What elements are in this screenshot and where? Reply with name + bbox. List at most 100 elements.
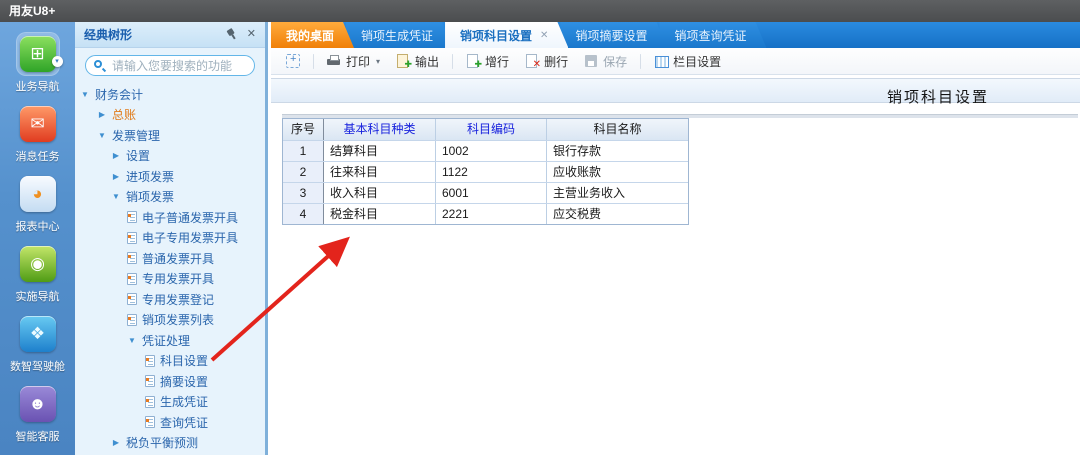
tree-item-label: 摘要设置 [160, 373, 208, 390]
sidebar-module-icon [20, 386, 56, 422]
应交税费[interactable]: 4 税金科目 2221 应交税费 [283, 203, 688, 224]
tree-expander-icon[interactable] [97, 131, 107, 140]
tree-item[interactable]: 进项发票 [75, 166, 265, 187]
sidebar-module-icon [20, 246, 56, 282]
应收账款[interactable]: 2 往来科目 1122 应收账款 [283, 161, 688, 182]
tree-item[interactable]: 销项发票列表 [75, 310, 265, 331]
主营业务收入[interactable]: 3 收入科目 6001 主营业务收入 [283, 182, 688, 203]
subject-settings-grid: 序号基本科目种类科目编码科目名称 1 结算科目 1002 银行存款 2 往来科目… [282, 118, 689, 225]
tab-label: 我的桌面 [286, 27, 334, 44]
pin-icon[interactable] [222, 26, 240, 44]
toolbar-button-icon [396, 54, 410, 68]
cell-subject-kind[interactable]: 结算科目 [323, 141, 435, 161]
sidebar-module-icon [20, 176, 56, 212]
toolbar-button-icon [525, 54, 539, 68]
save[interactable]: 保存 [576, 50, 635, 73]
tab-close-icon[interactable] [540, 30, 548, 41]
export[interactable]: 输出 [388, 50, 447, 73]
cell-subject-code[interactable]: 1122 [435, 162, 546, 182]
function-tree: 财务会计 总账 发票管理 设置 进项发票 [75, 84, 265, 455]
toolbar-button-label: 打印 [346, 53, 370, 70]
tree-item[interactable]: 电子专用发票开具 [75, 228, 265, 249]
cell-subject-kind[interactable]: 收入科目 [323, 183, 435, 203]
search-input[interactable] [85, 55, 255, 76]
tree-item[interactable]: 凭证处理 [75, 330, 265, 351]
toolbar-button-label: 栏目设置 [673, 53, 721, 70]
toolbar-button-label: 保存 [603, 53, 627, 70]
cell-subject-code[interactable]: 2221 [435, 204, 546, 224]
sidebar-item[interactable]: ▾ 消息任务 [16, 103, 60, 164]
tree-item[interactable]: 科目设置 [75, 351, 265, 372]
document-icon [127, 273, 137, 285]
tree-item[interactable]: 发票管理 [75, 125, 265, 146]
tree-item-label: 设置 [126, 147, 150, 164]
column-settings[interactable]: 栏目设置 [646, 50, 729, 73]
toolbar-button-icon [466, 54, 480, 68]
document-tab[interactable]: 销项科目设置 [445, 22, 568, 48]
cell-subject-kind[interactable]: 往来科目 [323, 162, 435, 182]
sidebar-item[interactable]: ▾ 业务导航 [16, 33, 60, 94]
document-tab[interactable]: 我的桌面 [271, 22, 354, 48]
sidebar-item[interactable]: ▾ 智能客服 [16, 383, 60, 444]
toolbar-button[interactable] [313, 54, 314, 69]
grid-column-header: 科目编码 [435, 119, 546, 140]
tree-expander-icon[interactable] [111, 192, 121, 201]
tree-item-label: 专用发票登记 [142, 291, 214, 308]
cell-subject-kind[interactable]: 税金科目 [323, 204, 435, 224]
cell-subject-name[interactable]: 银行存款 [546, 141, 688, 161]
tree-item[interactable]: 税负平衡预测 [75, 433, 265, 454]
add-tab[interactable] [278, 51, 308, 71]
sidebar-icon-wrap: ▾ [17, 103, 59, 145]
sidebar-item-label: 智能客服 [16, 428, 60, 444]
tree-item[interactable]: 财务会计 [75, 84, 265, 105]
document-tab[interactable]: 销项生成凭证 [346, 22, 453, 48]
add-row[interactable]: 增行 [458, 50, 517, 73]
tree-item[interactable]: 销项发票 [75, 187, 265, 208]
close-icon[interactable]: ✕ [247, 28, 256, 41]
cell-subject-name[interactable]: 主营业务收入 [546, 183, 688, 203]
tree-item-label: 凭证处理 [142, 332, 190, 349]
tree-expander-icon[interactable] [111, 151, 121, 160]
cell-subject-code[interactable]: 6001 [435, 183, 546, 203]
tree-item[interactable]: 查询凭证 [75, 412, 265, 433]
tree-item[interactable]: 生成凭证 [75, 392, 265, 413]
tree-item[interactable]: 摘要设置 [75, 371, 265, 392]
tree-item-label: 销项发票 [126, 188, 174, 205]
tree-expander-icon[interactable] [80, 90, 90, 99]
tree-expander-icon[interactable] [111, 438, 121, 447]
sidebar-item[interactable]: ▾ 报表中心 [16, 173, 60, 234]
toolbar-button-icon [327, 54, 341, 68]
tree-item-label: 销项发票列表 [142, 311, 214, 328]
toolbar-button[interactable] [640, 54, 641, 69]
sidebar-item[interactable]: ▾ 实施导航 [16, 243, 60, 304]
cell-subject-name[interactable]: 应交税费 [546, 204, 688, 224]
page-title-band: 销项科目设置 [271, 78, 1080, 103]
print[interactable]: 打印 [319, 50, 388, 73]
tree-item[interactable]: 专用发票登记 [75, 289, 265, 310]
delete-row[interactable]: 删行 [517, 50, 576, 73]
toolbar-button-icon [584, 54, 598, 68]
toolbar-button[interactable] [452, 54, 453, 69]
tree-item[interactable]: 专用发票开具 [75, 269, 265, 290]
tree-expander-icon[interactable] [97, 110, 107, 119]
document-tab[interactable]: 销项摘要设置 [560, 22, 667, 48]
cell-subject-code[interactable]: 1002 [435, 141, 546, 161]
chevron-down-icon[interactable]: ▾ [52, 56, 63, 67]
document-tabbar: 我的桌面 销项生成凭证 销项科目设置 销项摘要设置 销项查询凭证 [271, 22, 1080, 48]
application-window: 用友U8+ ▾ 业务导航 ▾ 消息任务 ▾ 报表中心 [0, 0, 1080, 455]
document-icon [145, 396, 155, 408]
tree-expander-icon[interactable] [111, 172, 121, 181]
tree-item[interactable]: 总账 [75, 105, 265, 126]
tree-expander-icon[interactable] [127, 336, 137, 345]
sidebar-item-label: 消息任务 [16, 148, 60, 164]
document-tab[interactable]: 销项查询凭证 [659, 22, 766, 48]
sidebar-item-label: 实施导航 [16, 288, 60, 304]
sidebar-item[interactable]: ▾ 数智驾驶舱 [10, 313, 65, 374]
cell-row-number: 1 [283, 141, 323, 161]
cell-subject-name[interactable]: 应收账款 [546, 162, 688, 182]
tree-item[interactable]: 普通发票开具 [75, 248, 265, 269]
tree-item-label: 生成凭证 [160, 393, 208, 410]
银行存款[interactable]: 1 结算科目 1002 银行存款 [283, 140, 688, 161]
tree-item[interactable]: 电子普通发票开具 [75, 207, 265, 228]
tree-item[interactable]: 设置 [75, 146, 265, 167]
